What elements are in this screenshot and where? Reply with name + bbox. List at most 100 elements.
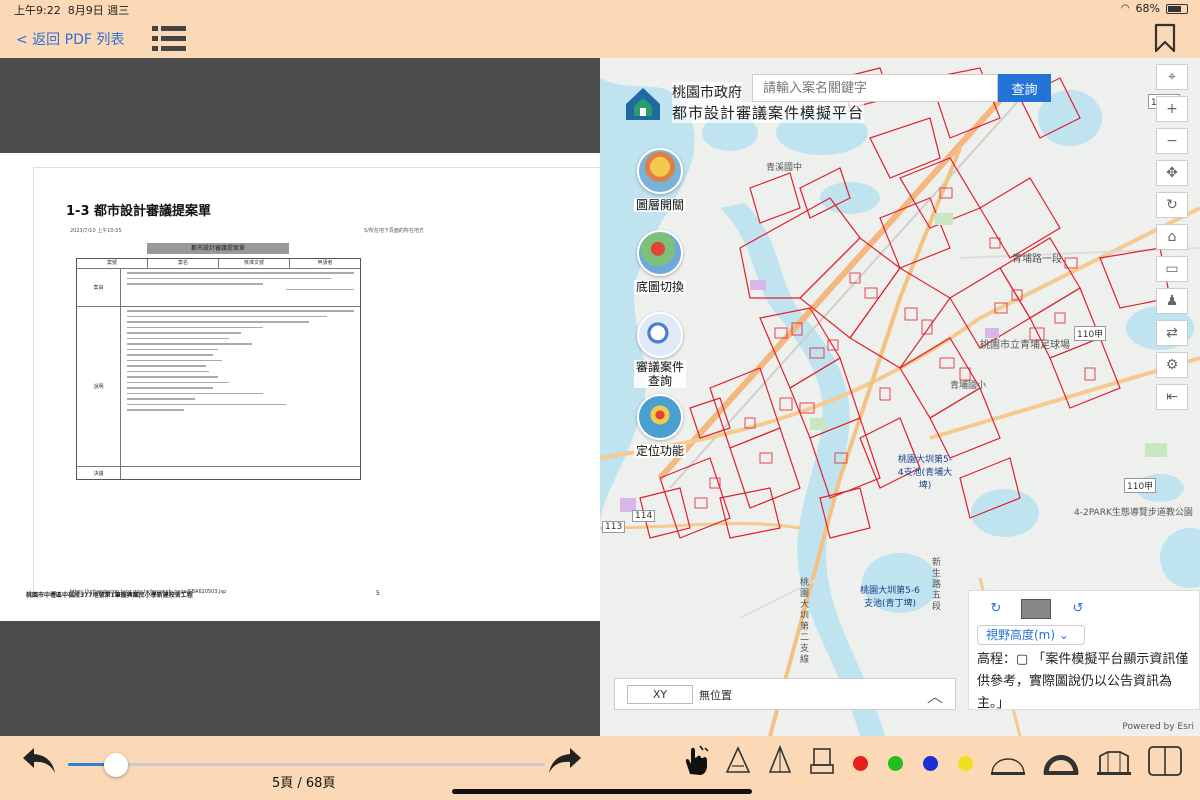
road-number: 113 (602, 521, 626, 533)
measure-icon[interactable]: ▭ (1156, 256, 1188, 282)
locate-label: 定位功能 (633, 444, 686, 458)
highlighter-icon[interactable] (722, 744, 754, 778)
map-control-strip: ⌖ + − ✥ ↻ ⌂ ▭ ♟ ⇄ ⚙ ⇤ (1156, 64, 1188, 416)
layer-toggle-button[interactable]: 圖層開關 (628, 148, 692, 213)
row-label: 決議 (77, 467, 121, 479)
page-slider-track[interactable] (68, 763, 545, 766)
table-header-cell: 案名 (148, 259, 219, 268)
row-label: 說明 (77, 307, 121, 466)
elevation-panel: ↻ ↺ 視野高度(m) ⌄ 高程：▢ 「案件模擬平台顯示資訊僅供參考，實際圖說仍… (968, 590, 1200, 711)
row-label: 案由 (77, 269, 121, 306)
map-place-label: 4-2PARK生態導覽步道教公園 (1074, 508, 1193, 518)
thick-stroke-icon[interactable] (1042, 744, 1080, 778)
rotate-right-icon[interactable]: ↺ (1063, 599, 1093, 619)
map-place-label: 青溪國中 (766, 163, 803, 173)
table-header-row: 案號 案名 核准文號 申請者 (77, 259, 360, 269)
hand-pointer-icon[interactable] (680, 744, 712, 778)
document-heading: 1-3 都市設計審議提案單 (66, 204, 212, 219)
road-number: 110甲 (1074, 326, 1107, 341)
basemap-switch-label: 底圖切換 (633, 280, 686, 294)
xy-field[interactable]: XY (627, 685, 693, 704)
zoom-out-button[interactable]: − (1156, 128, 1188, 154)
two-page-view-icon[interactable] (1146, 744, 1184, 778)
status-time: 上午9:22 8月9日 週三 (14, 4, 130, 17)
home-icon[interactable]: ⌂ (1156, 224, 1188, 250)
zoom-in-button[interactable]: + (1156, 96, 1188, 122)
print-header-right: 5/所在地下頁面的所在地方 (364, 228, 424, 234)
compass-icon[interactable]: ⌖ (1156, 64, 1188, 90)
eraser-icon[interactable] (806, 744, 838, 778)
street-view-icon[interactable]: ♟ (1156, 288, 1188, 314)
page-indicator: 5頁 / 68頁 (272, 776, 336, 791)
table-header-cell: 核准文號 (219, 259, 290, 268)
exit-icon[interactable]: ⇤ (1156, 384, 1188, 410)
pen-icon[interactable] (764, 744, 796, 778)
red-pen-color[interactable] (853, 756, 868, 771)
coordinate-panel: XY 無位置 ︿ (614, 678, 956, 710)
wifi-icon: ◠ (1120, 3, 1130, 14)
logo-title-line1: 桃園市政府 (672, 82, 742, 102)
table-row: 案由 (77, 269, 360, 307)
settings-gear-icon[interactable]: ⚙ (1156, 352, 1188, 378)
layer-toggle-label: 圖層開關 (633, 198, 686, 212)
form-title: 都市設計審議提案單 (147, 243, 289, 254)
map-place-label: 桃園大圳第5-4支池(青埔大埤) (897, 455, 953, 491)
case-query-button[interactable]: 審議案件查詢 (628, 312, 692, 389)
view-height-select[interactable]: 視野高度(m) ⌄ (977, 625, 1085, 645)
battery-icon (1166, 3, 1188, 14)
case-search-input[interactable] (752, 74, 998, 102)
map-place-label: 新生路五段 (932, 558, 942, 612)
map-place-label: 青埔國小 (950, 381, 987, 391)
disclaimer-text: 高程：▢ 「案件模擬平台顯示資訊僅供參考，實際圖說仍以公告資訊為主。」 (977, 652, 1189, 711)
list-icon[interactable] (152, 24, 186, 52)
back-to-pdf-list-link[interactable]: < 返回 PDF 列表 (16, 29, 124, 49)
table-row: 決議 (77, 467, 360, 479)
proposal-form-table: 案號 案名 核准文號 申請者 案由 說明 決議 (76, 258, 361, 480)
status-bar: 上午9:22 8月9日 週三 ◠ 68% (0, 0, 1200, 18)
bookmark-icon[interactable] (1154, 23, 1176, 53)
table-header-cell: 申請者 (317, 260, 333, 266)
elevation-color-swatch[interactable] (1021, 599, 1051, 619)
rotate-icon[interactable]: ↻ (1156, 192, 1188, 218)
blue-pen-color[interactable] (923, 756, 938, 771)
page-footer-title: 桃園市中壢區中福段377地號第1筆龍興國民小學新建校舍工程 (26, 592, 193, 599)
next-page-arrow-icon[interactable] (546, 744, 584, 776)
basemap-switch-button[interactable]: 底圖切換 (628, 230, 692, 295)
chevron-up-icon[interactable]: ︿ (927, 683, 943, 707)
position-status: 無位置 (699, 689, 732, 702)
home-indicator[interactable] (452, 789, 752, 794)
rotate-left-icon[interactable]: ↻ (981, 599, 1011, 619)
map-place-label: 桃園大圳第5-6支池(青丁埤) (860, 586, 920, 609)
map-place-label: 桃園市立青埔足球場 (980, 340, 1070, 351)
pdf-page[interactable]: 1-3 都市設計審議提案單 2023/7/10 上午10:35 5/所在地下頁面… (0, 153, 600, 621)
search-button[interactable]: 查詢 (998, 74, 1051, 102)
table-header-cell: 案號 (77, 259, 148, 268)
road-number: 114 (632, 510, 656, 522)
page-slider-knob[interactable] (104, 753, 129, 777)
stamp-icon[interactable] (1094, 744, 1134, 778)
toggle-icon[interactable]: ⇄ (1156, 320, 1188, 346)
thin-stroke-icon[interactable] (988, 744, 1028, 778)
logo-title-line2: 都市設計審議案件模擬平台 (672, 102, 865, 123)
building-logo-icon (626, 88, 660, 120)
previous-page-arrow-icon[interactable] (20, 744, 58, 776)
layers-icon (637, 148, 683, 194)
table-row: 說明 (77, 307, 360, 467)
print-date: 2023/7/10 上午10:35 (70, 228, 122, 234)
map-view[interactable]: 青埔路一段 桃園市立青埔足球場 桃園大圳第5-4支池(青埔大埤) 桃園大圳第5-… (600, 58, 1200, 736)
map-place-label: 桃園大圳第二支線 (800, 578, 810, 665)
page-slider-fill (68, 763, 109, 766)
pdf-viewer[interactable]: 1-3 都市設計審議提案單 2023/7/10 上午10:35 5/所在地下頁面… (0, 58, 600, 736)
page-footer-number: 5 (376, 590, 380, 597)
page-content: 1-3 都市設計審議提案單 2023/7/10 上午10:35 5/所在地下頁面… (33, 167, 600, 595)
yellow-pen-color[interactable] (958, 756, 973, 771)
pdf-background-bottom (0, 621, 600, 736)
pan-icon[interactable]: ✥ (1156, 160, 1188, 186)
map-pin-icon (637, 230, 683, 276)
pdf-background-top (0, 58, 600, 153)
magnifier-icon (637, 312, 683, 358)
locate-button[interactable]: 定位功能 (628, 394, 692, 459)
battery-percent: 68% (1135, 2, 1160, 15)
green-pen-color[interactable] (888, 756, 903, 771)
map-attribution: Powered by Esri (1122, 722, 1194, 732)
